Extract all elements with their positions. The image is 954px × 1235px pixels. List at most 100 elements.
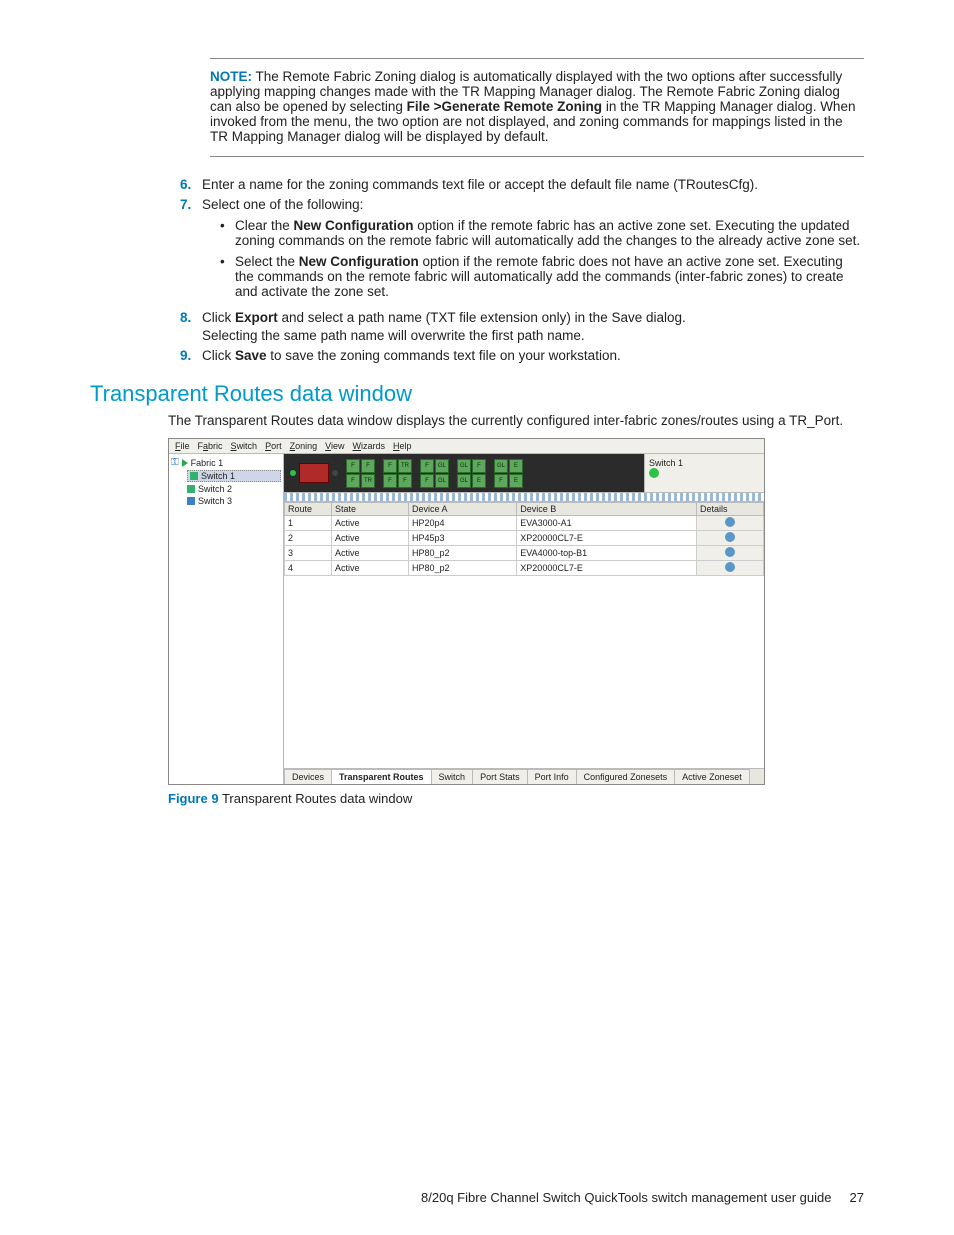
tab-port-info[interactable]: Port Info — [527, 769, 577, 784]
status-label: Switch 1 — [649, 458, 760, 468]
menu-port[interactable]: Port — [265, 441, 282, 451]
port-cell[interactable]: F — [346, 459, 360, 473]
tree-item-3-label: Switch 3 — [198, 496, 232, 506]
tab-transparent-routes[interactable]: Transparent Routes — [331, 769, 432, 784]
tabs-row: Devices Transparent Routes Switch Port S… — [284, 768, 764, 784]
figure-caption: Figure 9 Transparent Routes data window — [168, 791, 864, 806]
col-route[interactable]: Route — [285, 503, 332, 516]
figure-label: Figure 9 — [168, 791, 219, 806]
port-strip: FF FTR FF TRF FF GLGL GLGL — [284, 454, 644, 492]
note-box: NOTE: The Remote Fabric Zoning dialog is… — [210, 58, 864, 157]
col-state[interactable]: State — [332, 503, 409, 516]
step-8-post: and select a path name (TXT file extensi… — [278, 310, 686, 325]
step-7-text: Select one of the following: — [202, 197, 363, 212]
step-num-8: 8. — [180, 310, 202, 343]
bullet-2-bold: New Configuration — [299, 254, 419, 269]
tab-switch[interactable]: Switch — [431, 769, 474, 784]
menubar: File Fabric Switch Port Zoning View Wiza… — [169, 439, 764, 454]
port-cell[interactable]: F — [383, 459, 397, 473]
port-cell[interactable]: F — [346, 474, 360, 488]
tree-item-2-label: Switch 2 — [198, 484, 232, 494]
table-row[interactable]: 2ActiveHP45p3XP20000CL7-E — [285, 531, 764, 546]
menu-switch[interactable]: Switch — [231, 441, 258, 451]
menu-fabric[interactable]: Fabric — [198, 441, 223, 451]
tab-active-zoneset[interactable]: Active Zoneset — [674, 769, 750, 784]
port-cell[interactable]: GL — [494, 459, 508, 473]
port-cell[interactable]: GL — [435, 459, 449, 473]
step-7-bullets: Clear the New Configuration option if th… — [202, 218, 864, 299]
note-label: NOTE: — [210, 69, 252, 84]
divider — [284, 492, 764, 501]
port-cell[interactable]: E — [472, 474, 486, 488]
arrow-icon — [182, 459, 188, 467]
details-icon[interactable] — [725, 562, 735, 572]
figure-text: Transparent Routes data window — [222, 791, 412, 806]
port-cell[interactable]: F — [420, 459, 434, 473]
table-row[interactable]: 3ActiveHP80_p2EVA4000-top-B1 — [285, 546, 764, 561]
footer-text: 8/20q Fibre Channel Switch QuickTools sw… — [421, 1190, 831, 1205]
port-cell[interactable]: F — [472, 459, 486, 473]
menu-view[interactable]: View — [325, 441, 344, 451]
tab-port-stats[interactable]: Port Stats — [472, 769, 528, 784]
tab-configured-zonesets[interactable]: Configured Zonesets — [576, 769, 676, 784]
routes-table-area: Route State Device A Device B Details 1A… — [284, 501, 764, 768]
port-cell[interactable]: E — [509, 459, 523, 473]
bullet-1-pre: Clear the — [235, 218, 294, 233]
port-cell[interactable]: GL — [457, 459, 471, 473]
note-bold: File >Generate Remote Zoning — [407, 99, 602, 114]
step-9-bold: Save — [235, 348, 267, 363]
tree-item-switch1[interactable]: Switch 1 — [187, 470, 281, 482]
led-icon — [290, 470, 296, 476]
step-8-line2: Selecting the same path name will overwr… — [202, 328, 864, 343]
tree-item-switch2[interactable]: Switch 2 — [187, 484, 281, 494]
tab-devices[interactable]: Devices — [284, 769, 332, 784]
page-number: 27 — [850, 1190, 864, 1205]
step-8-pre: Click — [202, 310, 235, 325]
col-device-a[interactable]: Device A — [409, 503, 517, 516]
tree-item-1-label: Switch 1 — [201, 471, 235, 481]
col-device-b[interactable]: Device B — [517, 503, 697, 516]
details-icon[interactable] — [725, 517, 735, 527]
section-heading: Transparent Routes data window — [90, 381, 864, 407]
tree-root-label: Fabric 1 — [191, 458, 224, 468]
details-icon[interactable] — [725, 547, 735, 557]
table-row[interactable]: 1ActiveHP20p4EVA3000-A1 — [285, 516, 764, 531]
port-cell[interactable]: TR — [361, 474, 375, 488]
status-panel: Switch 1 — [644, 454, 764, 492]
port-cell[interactable]: GL — [457, 474, 471, 488]
port-cell[interactable]: F — [383, 474, 397, 488]
led-icon — [332, 470, 338, 476]
page-footer: 8/20q Fibre Channel Switch QuickTools sw… — [421, 1190, 864, 1205]
port-cell[interactable]: E — [509, 474, 523, 488]
table-row[interactable]: 4ActiveHP80_p2XP20000CL7-E — [285, 561, 764, 576]
status-led-icon — [649, 468, 659, 478]
port-cell[interactable]: GL — [435, 474, 449, 488]
section-text: The Transparent Routes data window displ… — [168, 413, 864, 428]
app-window: File Fabric Switch Port Zoning View Wiza… — [168, 438, 765, 785]
port-cell[interactable]: F — [420, 474, 434, 488]
menu-help[interactable]: Help — [393, 441, 412, 451]
switch-graphic — [299, 463, 329, 483]
switch-icon — [187, 497, 195, 505]
port-cell[interactable]: F — [398, 474, 412, 488]
port-cell[interactable]: F — [494, 474, 508, 488]
col-details[interactable]: Details — [697, 503, 764, 516]
step-9-post: to save the zoning commands text file on… — [267, 348, 621, 363]
switch-icon — [190, 472, 198, 480]
step-9-pre: Click — [202, 348, 235, 363]
bullet-1-bold: New Configuration — [294, 218, 414, 233]
menu-file[interactable]: File — [175, 441, 190, 451]
step-num-7: 7. — [180, 197, 202, 305]
bullet-2-pre: Select the — [235, 254, 299, 269]
sidebar-tree: ⚿ Fabric 1 Switch 1 Switch 2 Switch 3 — [169, 454, 284, 784]
menu-zoning[interactable]: Zoning — [290, 441, 318, 451]
details-icon[interactable] — [725, 532, 735, 542]
tree-item-switch3[interactable]: Switch 3 — [187, 496, 281, 506]
step-list: 6. Enter a name for the zoning commands … — [180, 177, 864, 363]
step-num-6: 6. — [180, 177, 202, 192]
routes-table: Route State Device A Device B Details 1A… — [284, 502, 764, 576]
menu-wizards[interactable]: Wizards — [353, 441, 386, 451]
tree-root[interactable]: ⚿ Fabric 1 — [171, 457, 281, 468]
port-cell[interactable]: TR — [398, 459, 412, 473]
port-cell[interactable]: F — [361, 459, 375, 473]
